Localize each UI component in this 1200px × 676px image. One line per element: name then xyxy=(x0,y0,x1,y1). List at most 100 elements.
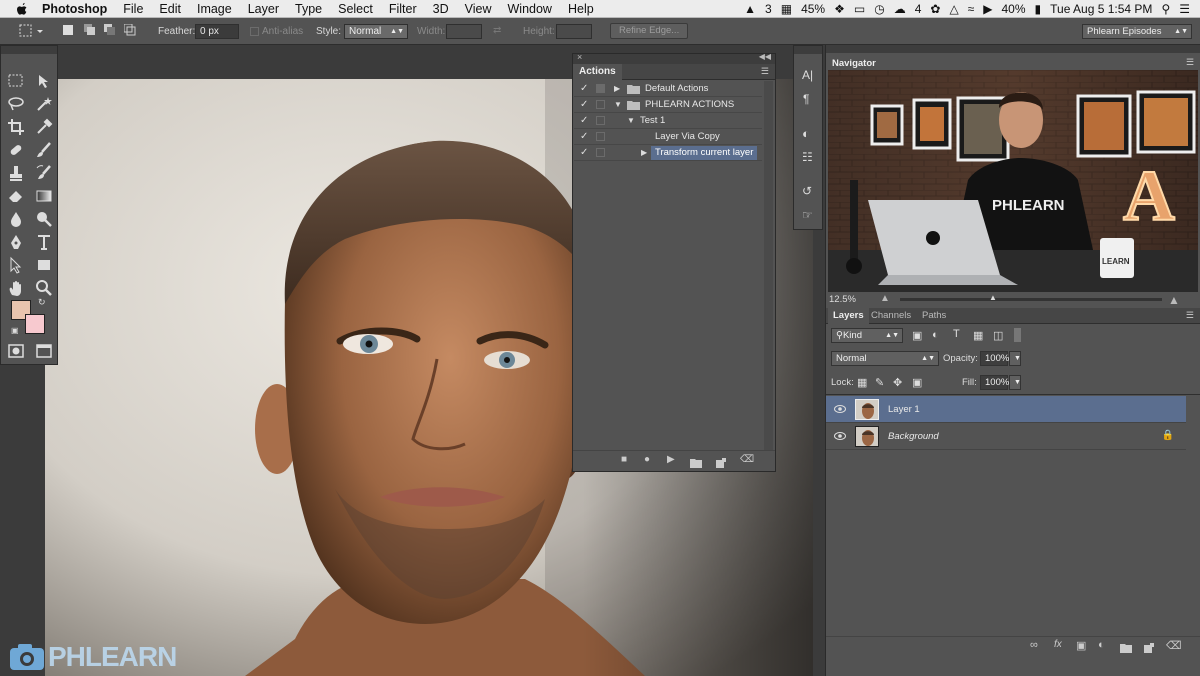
magic-wand-icon[interactable] xyxy=(35,95,53,113)
zoom-out-icon[interactable]: ▲ xyxy=(880,293,890,304)
gradient-tool-icon[interactable] xyxy=(35,187,53,205)
menu-type[interactable]: Type xyxy=(295,2,322,16)
new-selection-icon[interactable] xyxy=(62,24,74,39)
visibility-eye-icon[interactable] xyxy=(834,431,846,441)
battery-icon[interactable]: ▮ xyxy=(1035,2,1042,16)
actions-panel-header[interactable]: × ◀◀ xyxy=(573,52,775,64)
zoom-value[interactable]: 12.5% xyxy=(829,294,856,305)
tab-channels[interactable]: Channels xyxy=(866,308,916,324)
new-action-icon[interactable] xyxy=(716,455,726,473)
menu-file[interactable]: File xyxy=(123,2,143,16)
evernote-icon[interactable]: ✿ xyxy=(930,2,940,16)
action-row[interactable]: ✓ ▶ Default Actions xyxy=(574,81,762,97)
layer-name[interactable]: Background xyxy=(888,431,939,442)
dialog-toggle-icon[interactable] xyxy=(596,100,605,109)
pixel-filter-icon[interactable]: ▣ xyxy=(912,329,922,342)
style-select[interactable]: Normal ▲▼ xyxy=(344,24,408,39)
clock-text[interactable]: Tue Aug 5 1:54 PM xyxy=(1050,2,1152,16)
antialias-checkbox[interactable] xyxy=(250,27,259,36)
hand-tool-icon[interactable] xyxy=(7,279,25,297)
check-icon[interactable]: ✓ xyxy=(580,147,590,159)
zoom-tool-icon[interactable] xyxy=(35,279,53,297)
history-panel-icon[interactable]: ↺ xyxy=(802,184,812,198)
swap-colors-icon[interactable]: ↻ xyxy=(38,297,46,308)
apple-icon[interactable] xyxy=(14,2,30,16)
menu-layer[interactable]: Layer xyxy=(248,2,279,16)
history-brush-icon[interactable] xyxy=(35,164,53,182)
app-name[interactable]: Photoshop xyxy=(42,2,107,16)
zoom-slider-track[interactable] xyxy=(900,298,1162,301)
adobe-icon[interactable]: ▲ xyxy=(744,2,756,16)
action-row[interactable]: ✓ ▼ Test 1 xyxy=(574,113,762,129)
path-selection-icon[interactable] xyxy=(7,256,25,274)
character-panel-icon[interactable]: A| xyxy=(802,68,813,82)
blur-tool-icon[interactable] xyxy=(7,210,25,228)
layer-row[interactable]: Background 🔒 xyxy=(826,423,1186,450)
rectangle-shape-icon[interactable] xyxy=(35,256,53,274)
eyedropper-icon[interactable] xyxy=(35,118,53,136)
visibility-eye-icon[interactable] xyxy=(834,404,846,414)
fill-input[interactable]: 100% xyxy=(980,375,1009,390)
navigator-menu-icon[interactable]: ☰ xyxy=(1186,57,1194,68)
move-tool-icon[interactable] xyxy=(35,72,53,90)
cloud-icon[interactable]: ☁ xyxy=(894,2,906,16)
check-icon[interactable]: ✓ xyxy=(580,131,590,143)
action-row[interactable]: ✓ ▼ PHLEARN ACTIONS xyxy=(574,97,762,113)
layer-row-selected[interactable]: Layer 1 xyxy=(826,396,1186,423)
collapse-triangle-icon[interactable]: ▼ xyxy=(614,100,622,109)
group-folder-icon[interactable] xyxy=(1120,640,1132,658)
action-row[interactable]: ✓ Layer Via Copy xyxy=(574,129,762,145)
airplay-icon[interactable]: △ xyxy=(949,2,958,16)
record-icon[interactable]: ● xyxy=(644,454,650,465)
dock-header[interactable] xyxy=(826,45,1200,53)
new-set-icon[interactable] xyxy=(690,455,702,473)
dialog-toggle-icon[interactable] xyxy=(596,84,605,93)
adjustment-layer-icon[interactable]: ◐ xyxy=(1098,639,1105,651)
tab-actions[interactable]: Actions xyxy=(573,64,622,80)
strip-header[interactable] xyxy=(794,46,822,54)
screen-mode-icon[interactable] xyxy=(35,342,53,360)
swap-icon[interactable]: ⇄ xyxy=(493,23,501,38)
lock-position-icon[interactable]: ✥ xyxy=(893,376,902,389)
actions-scrollbar[interactable] xyxy=(764,81,773,451)
layers-menu-icon[interactable]: ☰ xyxy=(1186,310,1194,321)
battery-status-icon[interactable]: ▦ xyxy=(781,2,792,16)
clock-icon[interactable]: ◷ xyxy=(874,2,884,16)
properties-panel-icon[interactable]: ☷ xyxy=(802,150,813,164)
zoom-in-icon[interactable]: ▲ xyxy=(1168,293,1180,307)
opacity-dropdown-icon[interactable]: ▼ xyxy=(1009,351,1021,366)
tab-navigator[interactable]: Navigator xyxy=(826,57,882,70)
layer-name[interactable]: Layer 1 xyxy=(888,404,920,415)
delete-layer-icon[interactable]: ⌫ xyxy=(1166,639,1182,652)
menu-edit[interactable]: Edit xyxy=(159,2,181,16)
filter-toggle[interactable] xyxy=(1014,328,1021,342)
menu-3d[interactable]: 3D xyxy=(433,2,449,16)
wifi-icon[interactable]: ≈ xyxy=(968,2,975,16)
dialog-toggle-icon[interactable] xyxy=(596,116,605,125)
height-input[interactable] xyxy=(556,24,592,39)
type-tool-icon[interactable] xyxy=(35,233,53,251)
marquee-tool-preset-icon[interactable] xyxy=(18,23,44,38)
spotlight-icon[interactable]: ⚲ xyxy=(1161,2,1170,16)
collapse-icon[interactable]: ◀◀ xyxy=(759,52,771,61)
menu-filter[interactable]: Filter xyxy=(389,2,417,16)
refine-edge-button[interactable]: Refine Edge... xyxy=(610,23,689,39)
expand-triangle-icon[interactable]: ▶ xyxy=(641,148,647,157)
menu-image[interactable]: Image xyxy=(197,2,232,16)
eraser-tool-icon[interactable] xyxy=(7,187,25,205)
fx-icon[interactable]: fx xyxy=(1054,639,1062,650)
brush-tool-icon[interactable] xyxy=(35,141,53,159)
fill-dropdown-icon[interactable]: ▼ xyxy=(1009,375,1021,390)
actions-panel-icon[interactable]: ☞ xyxy=(802,208,813,222)
width-input[interactable] xyxy=(446,24,482,39)
rectangular-marquee-icon[interactable] xyxy=(7,72,25,90)
volume-icon[interactable]: ▶ xyxy=(983,2,992,16)
trash-icon[interactable]: ⌫ xyxy=(740,454,754,465)
shape-filter-icon[interactable]: ▦ xyxy=(973,329,983,342)
tab-layers[interactable]: Layers xyxy=(828,308,869,324)
check-icon[interactable]: ✓ xyxy=(580,99,590,111)
tools-panel-header[interactable] xyxy=(1,46,57,54)
check-icon[interactable]: ✓ xyxy=(580,115,590,127)
pen-tool-icon[interactable] xyxy=(7,233,25,251)
subtract-selection-icon[interactable] xyxy=(104,24,116,39)
